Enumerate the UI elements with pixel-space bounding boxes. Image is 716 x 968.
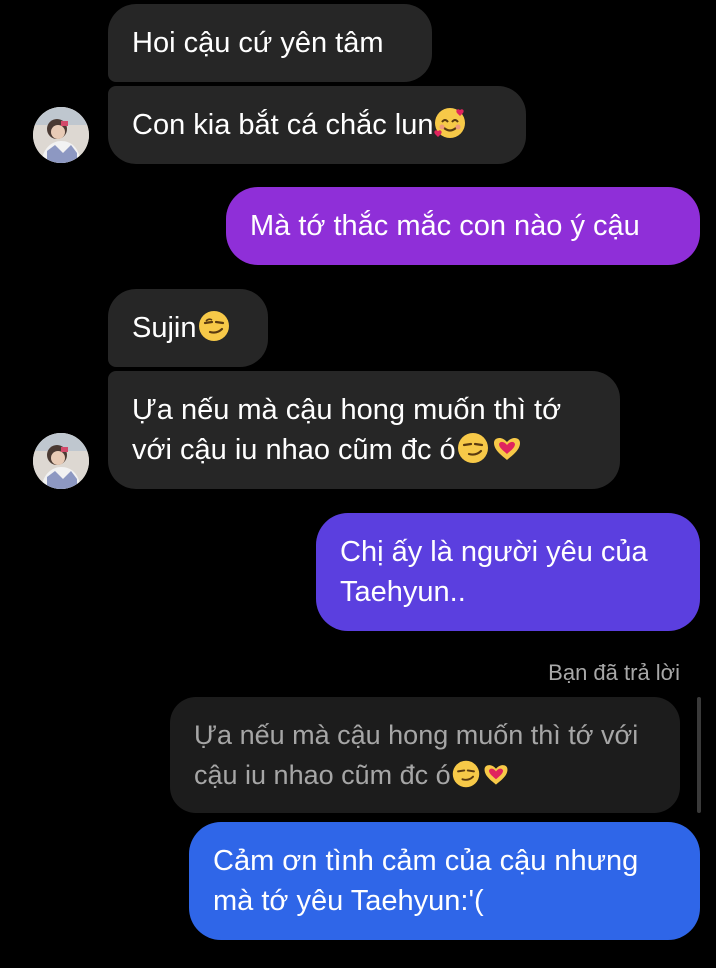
contact-avatar[interactable] — [33, 433, 89, 489]
message-text-line: với cậu iu nhao cũm đc ó — [132, 430, 596, 470]
message-text: Hoi cậu cứ yên tâm — [132, 27, 384, 59]
reply-quote-bar — [697, 697, 701, 813]
heart-hands-icon — [490, 431, 524, 465]
message-text: Mà tớ thắc mắc con nào ý cậu — [250, 210, 640, 242]
message-text-line: mà tớ yêu Taehyun:'( — [213, 885, 484, 917]
message-bubble-outgoing[interactable]: Cảm ơn tình cảm của cậu nhưng mà tớ yêu … — [189, 822, 700, 940]
user-avatar-icon — [33, 107, 89, 163]
heart-hands-icon — [481, 759, 511, 789]
message-bubble-incoming[interactable]: Sujin — [108, 289, 268, 367]
message-bubble-incoming[interactable]: Ựa nếu mà cậu hong muốn thì tớ với cậu i… — [108, 371, 620, 489]
smirking-face-icon — [197, 309, 231, 343]
smiling-face-with-hearts-icon — [433, 106, 467, 140]
message-text: Con kia bắt cá chắc lun — [132, 109, 434, 141]
smirking-face-icon — [456, 431, 490, 465]
message-bubble-incoming[interactable]: Hoi cậu cứ yên tâm — [108, 4, 432, 82]
message-text: với cậu iu nhao cũm đc ó — [132, 434, 456, 466]
contact-avatar[interactable] — [33, 107, 89, 163]
message-text-line: Chị ấy là người yêu của — [340, 536, 648, 568]
message-bubble-outgoing[interactable]: Chị ấy là người yêu của Taehyun.. — [316, 513, 700, 631]
smirking-face-icon — [451, 759, 481, 789]
message-text: Sujin — [132, 312, 197, 344]
quoted-text-line: cậu iu nhao cũm đc ó — [194, 755, 656, 795]
message-text-line: Cảm ơn tình cảm của cậu nhưng — [213, 845, 639, 877]
quoted-text-line: Ựa nếu mà cậu hong muốn thì tớ với — [194, 720, 639, 750]
message-bubble-incoming[interactable]: Con kia bắt cá chắc lun — [108, 86, 526, 164]
user-avatar-icon — [33, 433, 89, 489]
quoted-message[interactable]: Ựa nếu mà cậu hong muốn thì tớ với cậu i… — [170, 697, 680, 813]
message-text-line: Taehyun.. — [340, 576, 466, 608]
quoted-text: cậu iu nhao cũm đc ó — [194, 760, 451, 790]
message-text-line: Ựa nếu mà cậu hong muốn thì tớ — [132, 394, 562, 426]
reply-indicator-label: Bạn đã trả lời — [548, 660, 680, 685]
message-bubble-outgoing[interactable]: Mà tớ thắc mắc con nào ý cậu — [226, 187, 700, 265]
